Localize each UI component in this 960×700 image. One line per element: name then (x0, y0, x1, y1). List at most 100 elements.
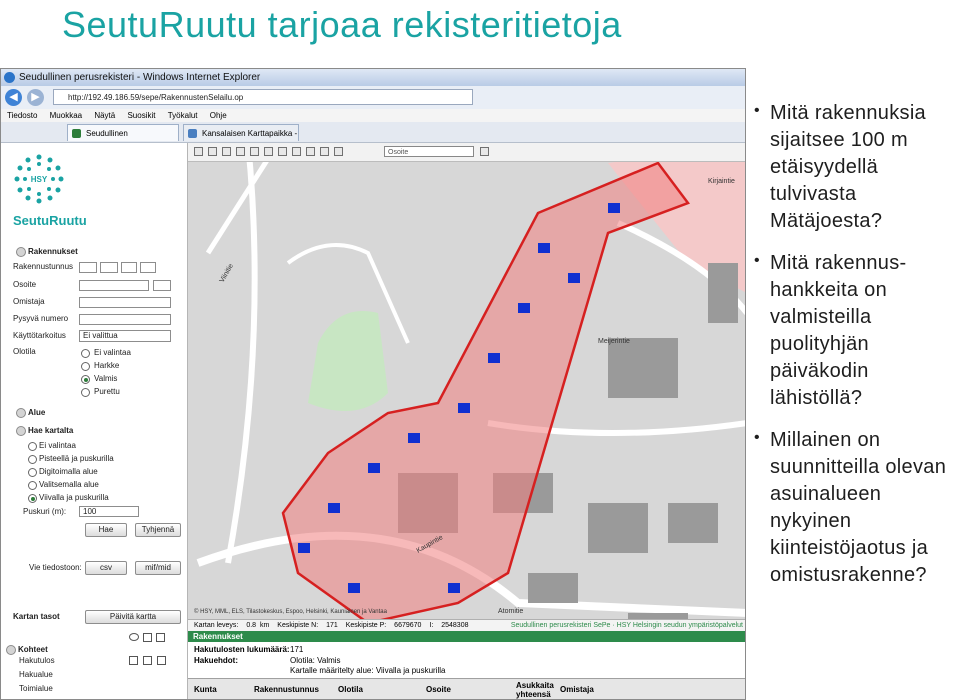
map-view[interactable]: Viinitie Meijerintie Kaupintie Atomitie … (188, 143, 746, 679)
osoite-input[interactable] (79, 280, 149, 291)
print-icon[interactable] (334, 147, 343, 156)
label-rakennustunnus: Rakennustunnus (13, 262, 74, 271)
puskuri-input[interactable]: 100 (79, 506, 139, 517)
zoom-in-icon[interactable] (194, 147, 203, 156)
result-marker[interactable] (608, 203, 620, 213)
result-marker[interactable] (568, 273, 580, 283)
result-marker[interactable] (368, 463, 380, 473)
street-label: Meijerintie (598, 338, 630, 345)
menu-help[interactable]: Ohje (210, 111, 227, 120)
clear-icon[interactable] (320, 147, 329, 156)
kayttotarkoitus-select[interactable]: Ei valittua (79, 330, 171, 342)
olotila-option-2: Harkke (94, 361, 120, 370)
olotila-option-1: Ei valintaa (94, 348, 131, 357)
omistaja-input[interactable] (79, 297, 171, 308)
building (668, 503, 718, 543)
collapse-kohteet-icon[interactable] (6, 645, 16, 655)
collapse-hae-kartalta-icon[interactable] (16, 426, 26, 436)
olotila-radio-4[interactable] (81, 388, 90, 397)
menu-favorites[interactable]: Suosikit (127, 111, 155, 120)
pysyva-numero-input[interactable] (79, 314, 171, 325)
result-marker[interactable] (408, 433, 420, 443)
select-icon[interactable] (292, 147, 301, 156)
back-button[interactable]: ◀ (5, 89, 22, 106)
col-asukkaita[interactable]: Asukkaita yhteensä (516, 681, 556, 699)
col-omistaja[interactable]: Omistaja (560, 685, 594, 694)
result-marker[interactable] (448, 583, 460, 593)
collapse-alue-icon[interactable] (16, 408, 26, 418)
result-marker[interactable] (538, 243, 550, 253)
result-marker[interactable] (518, 303, 530, 313)
info-icon[interactable] (306, 147, 315, 156)
mifmid-button[interactable]: mif/mid (135, 561, 181, 575)
rakennustunnus-input-1[interactable] (79, 262, 97, 273)
olotila-radio-2[interactable] (81, 362, 90, 371)
layer-icons (129, 633, 169, 642)
refresh-map-button[interactable]: Päivitä kartta (85, 610, 181, 624)
olotila-radio-1[interactable] (81, 349, 90, 358)
col-olotila[interactable]: Olotila (338, 685, 363, 694)
map-search-option-4: Valitsemalla alue (39, 480, 99, 489)
results-count-label: Hakutulosten lukumäärä: (194, 645, 290, 654)
layer-checkbox-2[interactable] (143, 656, 152, 665)
filter-icon (156, 633, 165, 642)
map-search-radio-4[interactable] (28, 481, 37, 490)
csv-button[interactable]: csv (85, 561, 127, 575)
scale-value: 0.8 (246, 622, 257, 629)
map-search-radio-5[interactable] (28, 494, 37, 503)
draw-line-icon[interactable] (264, 147, 273, 156)
map-search-input[interactable]: Osoite (384, 146, 474, 157)
results-panel: Rakennukset Hakutulosten lukumäärä: 171 … (188, 631, 745, 699)
layer-checkbox-1[interactable] (129, 656, 138, 665)
tab-seudullinen[interactable]: Seudullinen perusrekisteri (67, 124, 179, 155)
menu-file[interactable]: Tiedosto (7, 111, 37, 120)
map-canvas[interactable]: Viinitie Meijerintie Kaupintie Atomitie … (188, 143, 746, 679)
layer-checkbox-3[interactable] (157, 656, 166, 665)
label-osoite: Osoite (13, 280, 37, 289)
result-marker[interactable] (458, 403, 470, 413)
olotila-radio-3[interactable] (81, 375, 90, 384)
draw-area-icon[interactable] (278, 147, 287, 156)
draw-point-icon[interactable] (250, 147, 259, 156)
col-osoite[interactable]: Osoite (426, 685, 451, 694)
result-marker[interactable] (328, 503, 340, 513)
pan-icon[interactable] (222, 147, 231, 156)
map-search-option-3: Digitoimalla alue (39, 467, 98, 476)
map-search-go-icon[interactable] (480, 147, 489, 156)
section-hae-kartalta: Hae kartalta (28, 426, 74, 435)
col-kunta[interactable]: Kunta (194, 685, 217, 694)
northing-value: 171 (326, 622, 338, 629)
ie-logo-icon (4, 72, 15, 83)
clear-button[interactable]: Tyhjennä (135, 523, 181, 537)
brand-name: SeutuRuutu (13, 213, 87, 228)
menu-view[interactable]: Näytä (94, 111, 115, 120)
osoite-number-input[interactable] (153, 280, 171, 291)
easting-label: Keskipiste P: (345, 622, 387, 629)
result-marker[interactable] (348, 583, 360, 593)
measure-icon[interactable] (236, 147, 245, 156)
map-search-radio-2[interactable] (28, 455, 37, 464)
result-marker[interactable] (488, 353, 500, 363)
rakennustunnus-input-3[interactable] (121, 262, 137, 273)
forward-button[interactable]: ▶ (27, 89, 44, 106)
label-omistaja: Omistaja (13, 297, 45, 306)
rakennustunnus-input-4[interactable] (140, 262, 156, 273)
zoom-out-icon[interactable] (208, 147, 217, 156)
menu-edit[interactable]: Muokkaa (50, 111, 82, 120)
map-search-radio-3[interactable] (28, 468, 37, 477)
layers-label: Kartan tasot (13, 612, 60, 621)
rakennustunnus-input-2[interactable] (100, 262, 118, 273)
eye-icon (129, 633, 139, 641)
olotila-option-4: Purettu (94, 387, 120, 396)
map-search-radio-1[interactable] (28, 442, 37, 451)
search-button[interactable]: Hae (85, 523, 127, 537)
col-rakennustunnus[interactable]: Rakennustunnus (254, 685, 319, 694)
address-bar: ◀ ▶ http://192.49.186.59/sepe/Rakennuste… (1, 86, 745, 110)
scale-unit: km (260, 622, 270, 629)
menu-tools[interactable]: Työkalut (168, 111, 198, 120)
url-input[interactable]: http://192.49.186.59/sepe/RakennustenSel… (53, 89, 473, 105)
collapse-rakennukset-icon[interactable] (16, 247, 26, 257)
olotila-option-3: Valmis (94, 374, 118, 383)
tab-karttapaikka[interactable]: Kansalaisen Karttapaikka - M... (183, 124, 299, 155)
result-marker[interactable] (298, 543, 310, 553)
